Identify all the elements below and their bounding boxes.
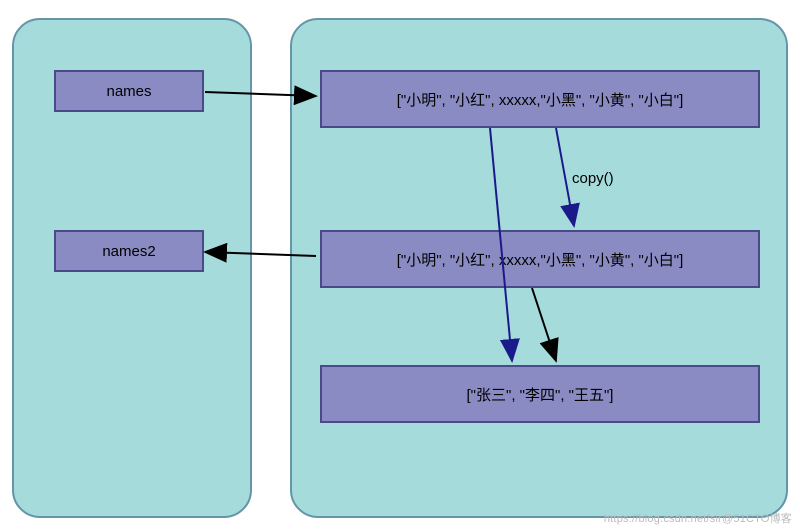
list1-content: ["小明", "小红", xxxxx,"小黑", "小黄", "小白"] xyxy=(397,89,684,110)
list2-box: ["小明", "小红", xxxxx,"小黑", "小黄", "小白"] xyxy=(320,230,760,288)
var-names-box: names xyxy=(54,70,204,112)
list1-box: ["小明", "小红", xxxxx,"小黑", "小黄", "小白"] xyxy=(320,70,760,128)
var-names-label: names xyxy=(106,83,151,100)
copy-operation-label: copy() xyxy=(572,170,614,187)
list2-content: ["小明", "小红", xxxxx,"小黑", "小黄", "小白"] xyxy=(397,249,684,270)
variables-panel: names names2 xyxy=(12,18,252,518)
objects-panel: ["小明", "小红", xxxxx,"小黑", "小黄", "小白"] cop… xyxy=(290,18,788,518)
var-names2-label: names2 xyxy=(102,243,155,260)
list3-content: ["张三", "李四", "王五"] xyxy=(467,384,614,405)
list3-box: ["张三", "李四", "王五"] xyxy=(320,365,760,423)
var-names2-box: names2 xyxy=(54,230,204,272)
watermark-text: https://blog.csdn.net/sir@51CTO博客 xyxy=(604,510,792,526)
